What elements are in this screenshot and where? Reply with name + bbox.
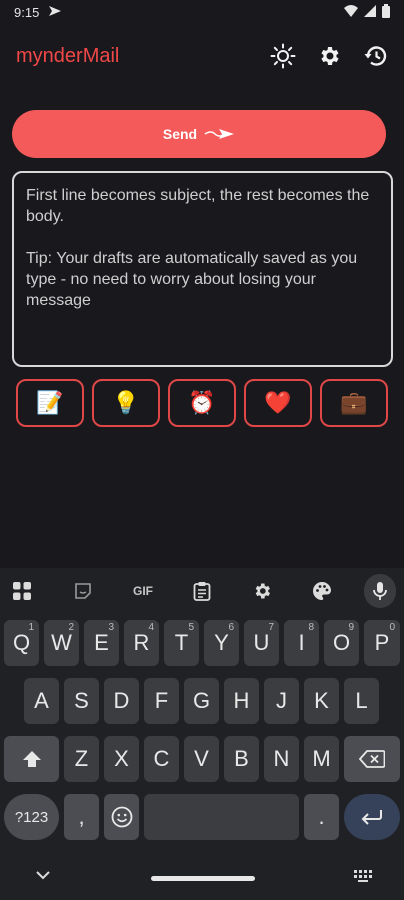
key-z[interactable]: Z — [64, 736, 99, 782]
home-handle[interactable] — [151, 876, 255, 881]
voice-input-button[interactable] — [364, 574, 396, 608]
theme-toggle-button[interactable] — [268, 41, 298, 71]
settings-button[interactable] — [314, 41, 344, 71]
app-bar: mynderMail — [0, 28, 404, 84]
history-button[interactable] — [361, 41, 391, 71]
signal-icon — [364, 5, 376, 17]
key-o[interactable]: O9 — [324, 620, 359, 666]
key-j[interactable]: J — [264, 678, 299, 724]
key-q[interactable]: Q1 — [4, 620, 39, 666]
key-x[interactable]: X — [104, 736, 139, 782]
emoji-icon — [111, 806, 132, 828]
clipboard-icon[interactable] — [189, 578, 215, 604]
apps-grid-icon[interactable] — [9, 578, 35, 604]
key-p[interactable]: P0 — [364, 620, 400, 666]
key-w[interactable]: W2 — [44, 620, 79, 666]
navigation-bar — [0, 856, 404, 900]
key-l[interactable]: L — [344, 678, 379, 724]
key-s[interactable]: S — [64, 678, 99, 724]
emoji-key[interactable] — [104, 794, 139, 840]
key-b[interactable]: B — [224, 736, 259, 782]
send-label: Send — [162, 126, 198, 142]
key-m[interactable]: M — [304, 736, 339, 782]
key-r[interactable]: R4 — [124, 620, 159, 666]
soft-keyboard: GIF Q1 W2 E3 R4 T5 Y6 U7 I8 O9 P0 A S D … — [0, 568, 404, 900]
shift-key[interactable] — [4, 736, 59, 782]
key-k[interactable]: K — [304, 678, 339, 724]
gif-button[interactable]: GIF — [128, 578, 158, 604]
template-buttons: 📝 💡 ⏰ ❤️ 💼 — [16, 379, 390, 427]
backspace-icon — [359, 750, 385, 768]
app-title: mynderMail — [16, 45, 120, 67]
shift-icon — [22, 751, 41, 767]
status-icons — [344, 4, 390, 18]
template-work-button[interactable]: 💼 — [320, 379, 388, 427]
keyboard-settings-icon[interactable] — [249, 578, 275, 604]
key-h[interactable]: H — [224, 678, 259, 724]
brightness-icon — [270, 43, 296, 69]
microphone-icon — [373, 582, 387, 600]
key-f[interactable]: F — [144, 678, 179, 724]
template-reminder-button[interactable]: ⏰ — [168, 379, 236, 427]
template-idea-button[interactable]: 💡 — [92, 379, 160, 427]
navigation-arrow-icon — [48, 5, 62, 20]
space-key[interactable] — [144, 794, 299, 840]
battery-icon — [382, 4, 390, 18]
key-u[interactable]: U7 — [244, 620, 279, 666]
keyboard-toolbar: GIF — [0, 568, 404, 614]
symbols-key[interactable]: ?123 — [4, 794, 59, 840]
enter-key[interactable] — [344, 794, 400, 840]
key-t[interactable]: T5 — [164, 620, 199, 666]
key-v[interactable]: V — [184, 736, 219, 782]
key-d[interactable]: D — [104, 678, 139, 724]
send-arrow-icon — [204, 129, 235, 139]
enter-icon — [361, 810, 382, 825]
hide-keyboard-icon[interactable] — [36, 870, 50, 880]
key-i[interactable]: I8 — [284, 620, 319, 666]
key-g[interactable]: G — [184, 678, 219, 724]
send-button[interactable]: Send — [12, 110, 386, 158]
sticker-icon[interactable] — [70, 578, 96, 604]
template-love-button[interactable]: ❤️ — [244, 379, 312, 427]
wifi-icon — [344, 5, 358, 17]
key-n[interactable]: N — [264, 736, 299, 782]
compose-textarea[interactable] — [12, 171, 393, 367]
comma-key[interactable]: , — [64, 794, 99, 840]
status-bar: 9:15 — [0, 0, 404, 28]
gear-icon — [321, 47, 339, 65]
backspace-key[interactable] — [344, 736, 400, 782]
history-icon — [364, 46, 387, 66]
key-e[interactable]: E3 — [84, 620, 119, 666]
keyboard-switch-icon[interactable] — [354, 870, 372, 882]
status-time: 9:15 — [14, 5, 40, 20]
period-key[interactable]: . — [304, 794, 339, 840]
key-c[interactable]: C — [144, 736, 179, 782]
template-memo-button[interactable]: 📝 — [16, 379, 84, 427]
key-y[interactable]: Y6 — [204, 620, 239, 666]
key-a[interactable]: A — [24, 678, 59, 724]
palette-icon[interactable] — [309, 578, 335, 604]
